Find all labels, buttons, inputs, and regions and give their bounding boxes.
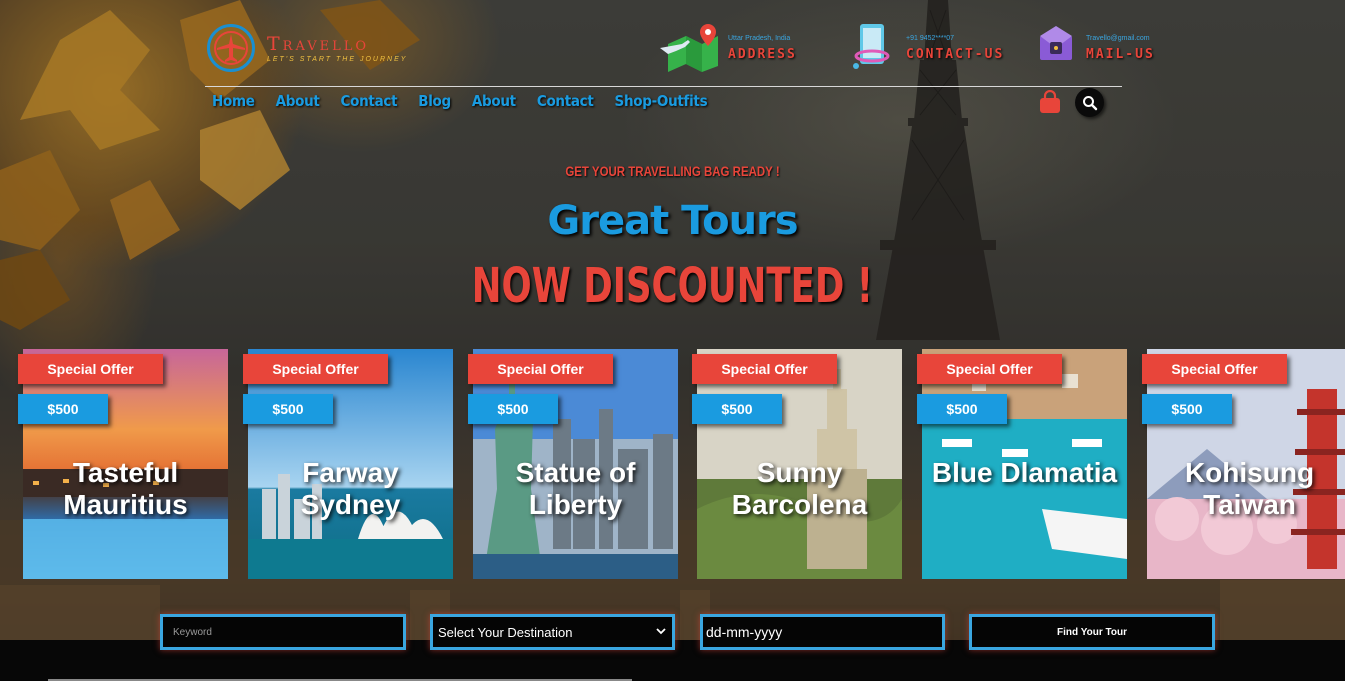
contact-mail[interactable]: Travello@gmail.com MAIL-US [1036,22,1155,74]
destination-selected-value: Select Your Destination [438,624,573,640]
address-label: ADDRESS [728,46,797,62]
special-offer-badge: Special Offer [1142,354,1287,384]
price-badge: $500 [1142,394,1232,424]
hero-subheadline: NOW DISCOUNTED ! [471,258,873,314]
hero-headline: Great Tours [547,198,798,244]
map-pin-icon [658,22,720,74]
airplane-icon [207,24,255,72]
shopping-bag-icon[interactable] [1039,89,1061,114]
price-badge: $500 [468,394,558,424]
tour-name: Blue Dlamatia [931,457,1118,488]
hero-kicker: GET YOUR TRAVELLING BAG READY ! [565,163,780,179]
destination-select[interactable]: Select Your Destination [430,614,675,650]
special-offer-badge: Special Offer [18,354,163,384]
special-offer-badge: Special Offer [692,354,837,384]
mail-value: Travello@gmail.com [1086,34,1150,42]
tour-name: Sunny Barcolena [731,457,868,520]
mail-label: MAIL-US [1086,46,1155,62]
contact-address[interactable]: Uttar Pradesh, India ADDRESS [658,22,797,74]
special-offer-badge: Special Offer [243,354,388,384]
brand-logo[interactable]: Travello LET'S START THE JOURNEY [207,24,407,72]
mail-icon [1036,22,1078,74]
price-badge: $500 [18,394,108,424]
tour-name: Kohisung Taiwan [1184,457,1315,520]
chevron-down-icon [656,628,666,635]
main-nav: Home About Contact Blog About Contact Sh… [212,92,728,110]
nav-about[interactable]: About [276,92,320,110]
price-badge: $500 [917,394,1007,424]
phone-label: CONTACT-US [906,46,1005,62]
tour-name: Statue of Liberty [515,457,636,520]
tour-name: Tasteful Mauritius [63,457,188,520]
phone-value: +91 9452****07 [906,34,955,42]
find-your-tour-button[interactable]: Find Your Tour [969,614,1215,650]
nav-shop-outfits[interactable]: Shop-Outfits [615,92,708,110]
keyword-input[interactable] [160,614,406,650]
price-badge: $500 [692,394,782,424]
special-offer-badge: Special Offer [468,354,613,384]
tour-name: Farway Sydney [300,457,401,520]
contact-phone[interactable]: +91 9452****07 CONTACT-US [850,22,1004,74]
date-input[interactable]: dd-mm-yyyy [700,614,945,650]
search-button[interactable] [1075,88,1104,117]
phone-icon [850,22,898,74]
price-badge: $500 [243,394,333,424]
date-placeholder: dd-mm-yyyy [706,624,783,640]
nav-contact[interactable]: Contact [341,92,398,110]
header-divider [205,86,1122,87]
search-icon [1082,95,1097,110]
nav-contact-2[interactable]: Contact [537,92,594,110]
address-value: Uttar Pradesh, India [728,34,791,42]
brand-name: Travello [267,33,370,55]
special-offer-badge: Special Offer [917,354,1062,384]
nav-blog[interactable]: Blog [418,92,451,110]
nav-home[interactable]: Home [212,92,255,110]
brand-tagline: LET'S START THE JOURNEY [267,56,408,63]
nav-about-2[interactable]: About [472,92,516,110]
